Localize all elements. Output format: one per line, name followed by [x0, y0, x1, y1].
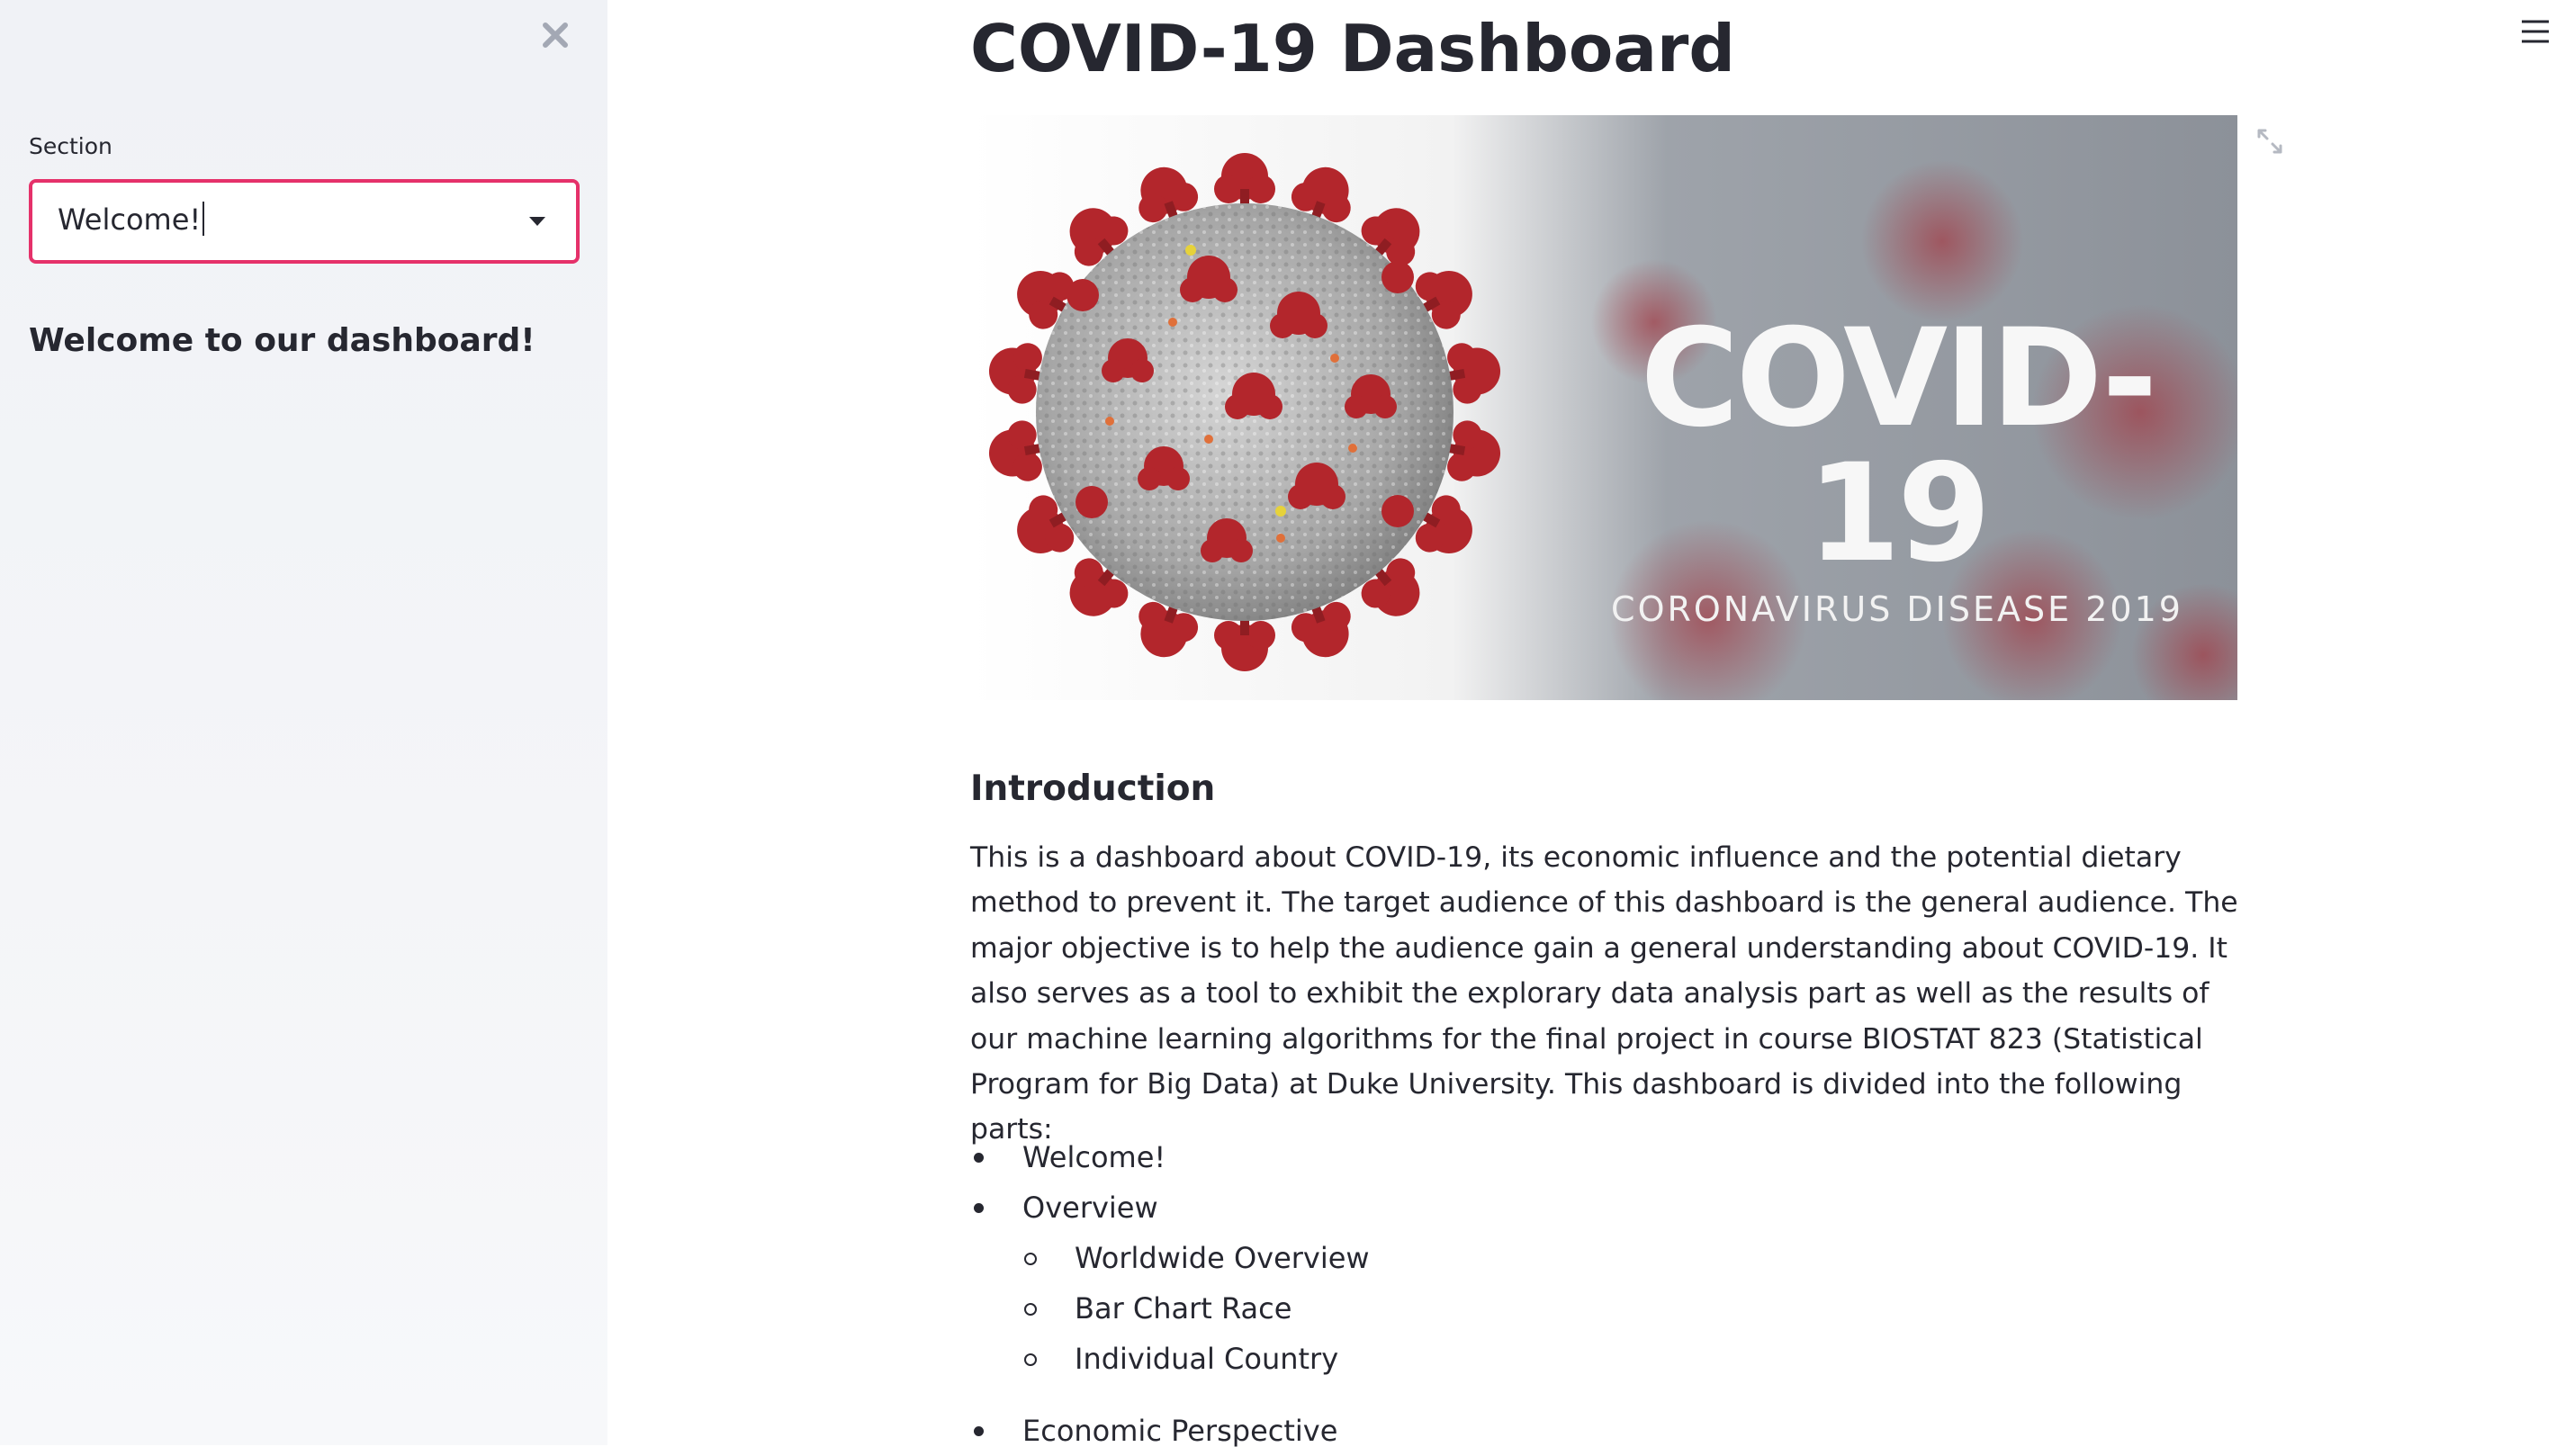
hamburger-menu-icon	[2522, 20, 2549, 43]
sublist-item: Individual Country	[970, 1334, 2050, 1384]
list-item: Economic Perspective	[970, 1406, 2050, 1456]
sidebar: Section Welcome! Welcome to our dashboar…	[0, 0, 608, 1445]
bullet-icon	[974, 1203, 984, 1213]
hero-headline: COVID-19	[1640, 301, 2157, 592]
bullet-icon	[974, 1153, 984, 1163]
section-select-value[interactable]: Welcome!	[58, 202, 205, 238]
text-caret	[202, 202, 205, 236]
chevron-down-icon[interactable]	[529, 217, 545, 226]
fullscreen-button[interactable]	[2256, 128, 2283, 155]
intro-heading: Introduction	[970, 768, 1216, 809]
hollow-bullet-icon	[1024, 1253, 1037, 1265]
expand-icon	[2257, 129, 2282, 154]
close-icon	[543, 22, 568, 48]
close-sidebar-button[interactable]	[536, 16, 574, 54]
main-menu-button[interactable]	[2520, 16, 2551, 47]
sublist-item: Bar Chart Race	[970, 1283, 2050, 1334]
sublist-item: Worldwide Overview	[970, 1233, 2050, 1283]
intro-paragraph: This is a dashboard about COVID-19, its …	[970, 841, 2238, 1146]
hollow-bullet-icon	[1024, 1353, 1037, 1366]
hero-image: COVID-19 CORONAVIRUS DISEASE 2019	[970, 115, 2237, 700]
hero-text: COVID-19 CORONAVIRUS DISEASE 2019	[1582, 311, 2212, 630]
sidebar-welcome-text: Welcome to our dashboard!	[29, 322, 536, 359]
section-select[interactable]: Welcome!	[29, 179, 580, 264]
overview-sublist: Worldwide Overview Bar Chart Race Indivi…	[970, 1233, 2050, 1384]
bullet-icon	[974, 1426, 984, 1436]
page-title: COVID-19 Dashboard	[970, 11, 1735, 86]
hero-subheadline: CORONAVIRUS DISEASE 2019	[1611, 589, 2183, 629]
list-item: Welcome!	[970, 1132, 2050, 1182]
section-label: Section	[29, 133, 112, 159]
list-item: Worldwide Overview Bar Chart Race Indivi…	[970, 1233, 2050, 1384]
list-item: Overview	[970, 1182, 2050, 1233]
hollow-bullet-icon	[1024, 1303, 1037, 1316]
parts-list: Welcome! Overview Worldwide Overview Bar…	[970, 1132, 2050, 1456]
